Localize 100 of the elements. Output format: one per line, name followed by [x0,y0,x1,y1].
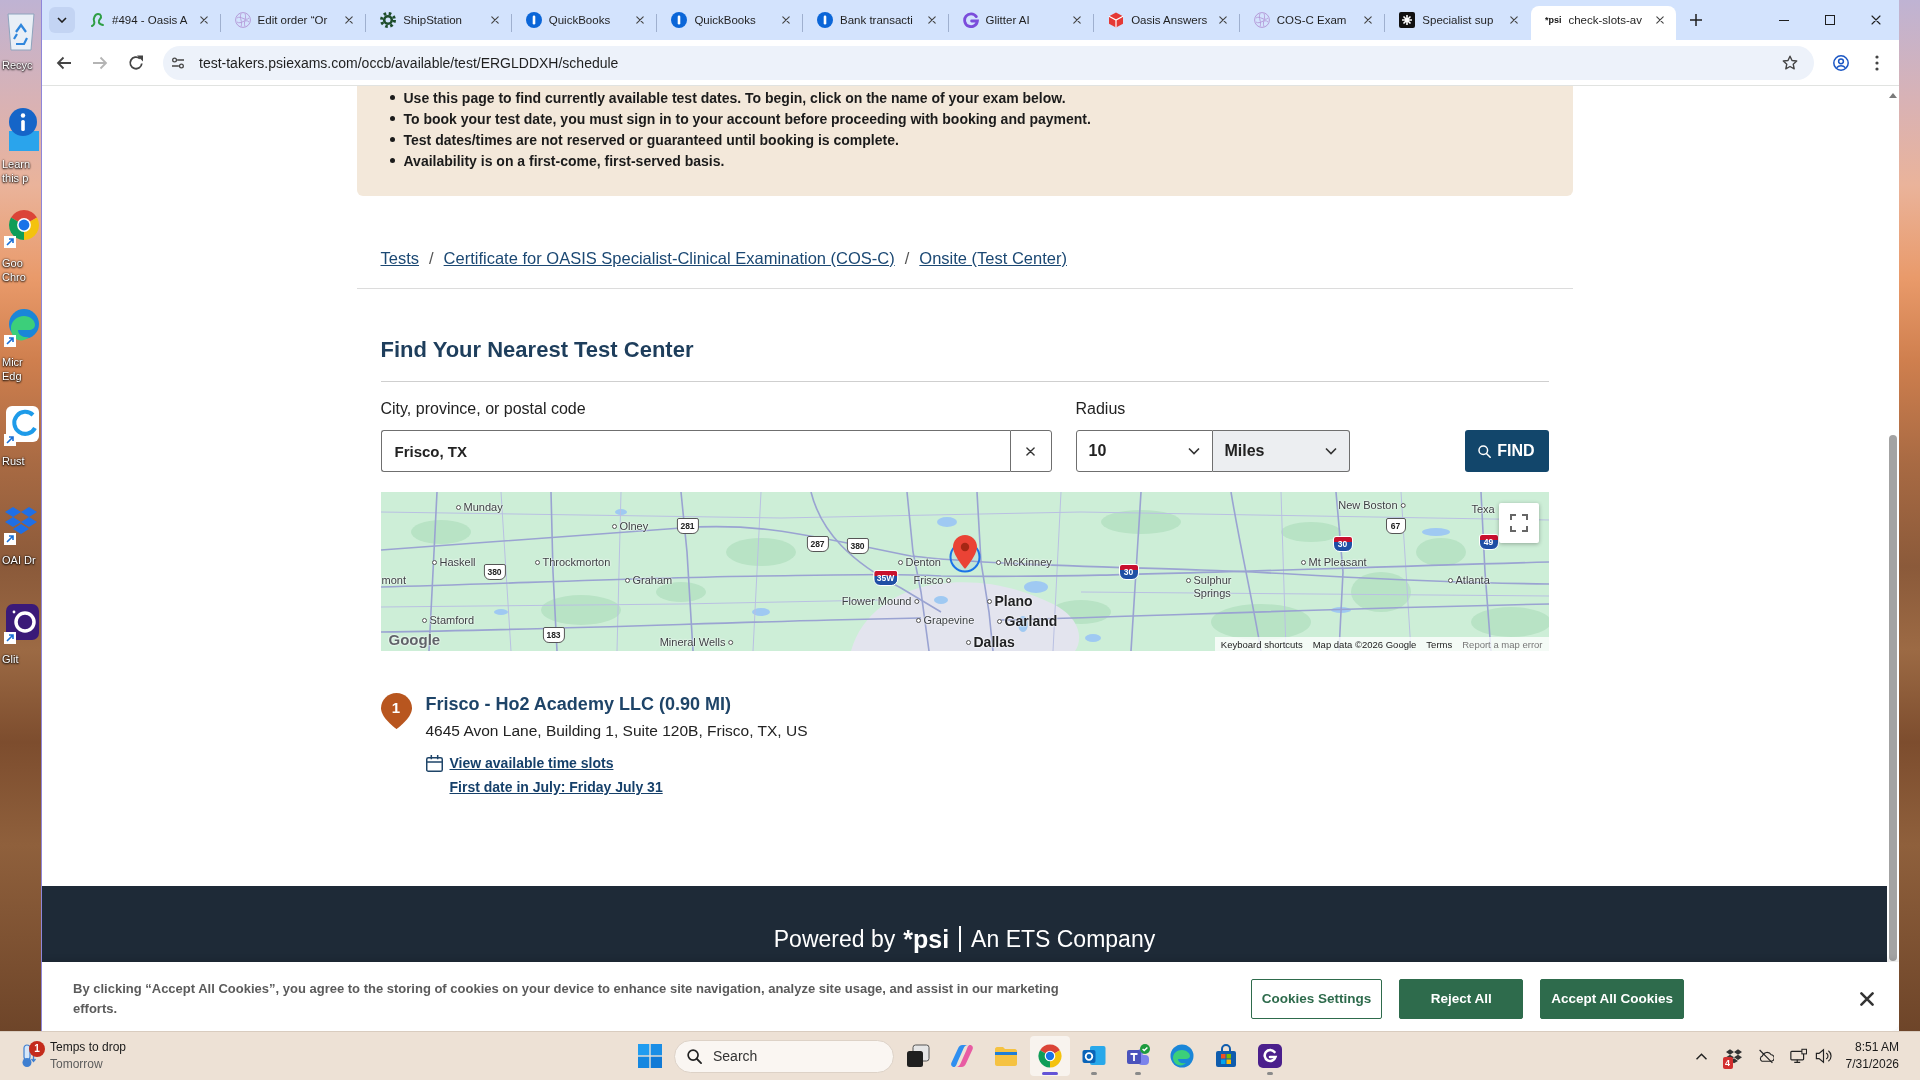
town-dot-icon [534,559,540,565]
desktop-icon-label[interactable]: OAI Dr [0,553,39,567]
map-attribution-link[interactable]: Terms [1426,638,1453,650]
browser-tab[interactable]: Edit order “Or [220,6,366,40]
tab-search-button[interactable] [49,7,75,33]
browser-tab[interactable]: Bank transacti [802,6,948,40]
map-attribution-link[interactable]: Keyboard shortcuts [1220,638,1303,650]
browser-tab[interactable]: QuickBooks [657,6,802,40]
browser-tab[interactable]: *psi check-slots-av [1530,6,1676,40]
edge-logo-icon[interactable] [1170,1044,1194,1068]
result-address: 4645 Avon Lane, Building 1, Suite 120B, Frisco, TX, US [425,721,808,741]
plus-icon [1689,14,1702,26]
browser-tab[interactable]: QuickBooks [511,6,657,40]
breadcrumb-link[interactable]: Onsite (Test Center) [919,246,1067,270]
browser-tab[interactable]: Glitter AI [948,6,1094,40]
desktop-icon-label[interactable]: Glit [0,652,39,666]
map-attribution-link[interactable]: Report a map error [1462,638,1543,650]
g-logo-icon [962,12,979,28]
notice-text: Use this page to find currently available test dates. To begin, click on the name of your exam below. [403,89,1066,106]
ring-logo-icon[interactable] [3,602,39,646]
time-slots-link[interactable]: View available time slots [449,752,614,774]
map-place-label: Munday [463,500,503,514]
unit-select[interactable]: Miles [1212,430,1350,472]
browser-tab[interactable]: #494 - Oasis A [75,6,220,40]
highway-shield: 380 [483,564,506,580]
search-field[interactable]: Search [674,1039,894,1073]
browser-tab[interactable]: Oasis Answers [1094,6,1239,40]
cookie-settings-button[interactable]: Cookies Settings [1250,978,1383,1019]
scroll-up-icon[interactable] [1889,93,1897,98]
task-view-icon[interactable] [906,1044,930,1068]
close-icon [1364,16,1373,24]
search-icon [1478,444,1492,458]
location-field[interactable]: Frisco, TX [380,430,1010,472]
close-icon [1860,991,1874,1006]
result-title: Frisco - Ho2 Academy LLC (0.90 MI) [425,693,731,716]
map-attribution-link[interactable]: Map data ©2026 Google [1312,638,1417,650]
map-place-label: Throckmorton [542,555,611,569]
circle-logo-icon [816,12,833,28]
town-dot-icon [421,617,427,623]
bullet-icon [389,95,395,100]
weather-widget[interactable]: 1 Temps to drop Tomorrow [14,1035,133,1077]
chevron-down-icon [57,17,67,23]
browser-tab[interactable]: ShipStation [366,6,511,40]
map-logo: Google [388,631,441,649]
folder-icon[interactable] [994,1044,1018,1068]
close-icon [781,16,790,24]
tray-app-button[interactable]: 4 [1721,1036,1746,1076]
desktop-icon-label[interactable]: Rust [0,454,39,468]
g-logo-icon[interactable] [1258,1044,1282,1068]
map-place-label: Texa [1471,502,1495,516]
highway-shield: 35W [872,570,899,586]
map-pin-icon[interactable] [952,535,977,569]
highway-shield: 380 [846,538,869,554]
map-place-label: Dallas [973,634,1015,650]
reject-all-button[interactable]: Reject All [1399,978,1524,1019]
breadcrumb-link[interactable]: Certificate for OASIS Specialist-Clinical Examination (COS-C) [443,246,895,270]
town-dot-icon [1400,502,1406,508]
highway-shield: 183 [542,627,565,643]
speaker-icon [1814,1048,1832,1064]
powered-by-text: Powered by [773,925,896,954]
taskbar-app-button[interactable] [1030,1036,1070,1076]
map-place-label: Plano [994,593,1033,609]
clear-button[interactable] [1009,430,1052,472]
field-label: City, province, or postal code [380,399,586,419]
arc-logo-icon[interactable] [3,404,39,448]
close-icon [345,16,354,24]
breadcrumb-separator: / [429,248,434,269]
town-dot-icon [611,523,617,529]
close-icon [1655,16,1664,24]
distance-select[interactable]: 10 [1075,430,1213,472]
chevron-up-icon [1696,1052,1708,1060]
first-date-link[interactable]: First date in July: Friday July 31 [449,776,663,798]
teams-logo-icon[interactable] [1126,1044,1150,1068]
find-button[interactable]: FIND [1464,430,1549,472]
highway-shield: 281 [676,518,699,534]
chevron-down-icon [1187,447,1200,455]
address-bar[interactable]: test-takers.psiexams.com/occb/available/test/ERGLDDXH/schedule [163,45,1814,80]
notice-text: Availability is on a first-come, first-served basis. [403,152,725,169]
town-dot-icon [455,504,461,510]
arrow-right-icon [92,54,108,71]
map-place-label: Stamford [429,613,475,627]
map-place-label: mont [381,573,406,587]
browser-tab[interactable]: Specialist sup [1385,6,1530,40]
scrollbar-thumb[interactable] [1889,435,1897,961]
close-icon [1871,15,1881,25]
accept-all-button[interactable]: Accept All Cookies [1540,978,1684,1019]
clock-button[interactable]: 8:51 AM 7/31/2026 [1843,1036,1901,1076]
close-banner-button[interactable] [1860,991,1874,1006]
map-place-label: McKinney [1003,555,1052,569]
store-bag-icon[interactable] [1214,1044,1238,1068]
breadcrumb-link[interactable]: Tests [380,246,419,270]
outlook-logo-icon[interactable] [1082,1044,1106,1068]
scribble-circle-icon [234,12,251,28]
fullscreen-button[interactable] [1498,503,1539,543]
browser-tab[interactable]: COS-C Exam [1239,6,1385,40]
map-place-label: Mt Pleasant [1308,555,1367,569]
arrow-left-icon [56,54,72,71]
chrome-logo-icon[interactable] [1038,1044,1062,1068]
slash-logo-icon[interactable] [950,1044,974,1068]
map-place-label: Haskell [439,555,476,569]
